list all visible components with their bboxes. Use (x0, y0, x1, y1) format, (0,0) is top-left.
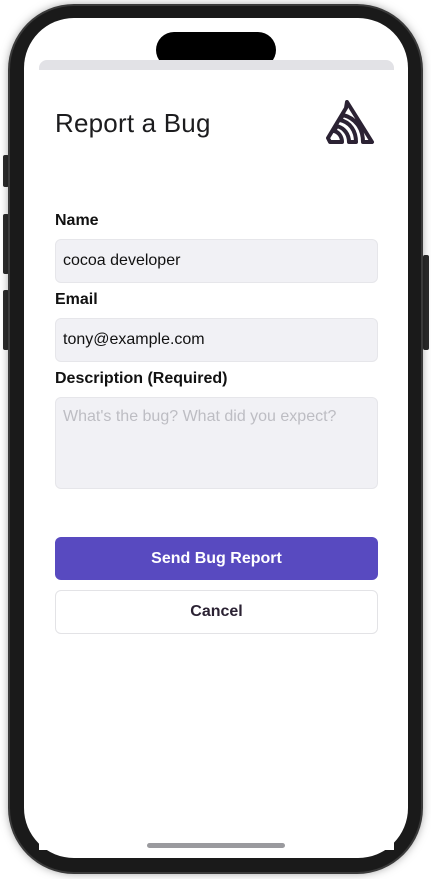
power-button (423, 255, 429, 350)
volume-down-button (3, 290, 9, 350)
name-field-value: cocoa developer (63, 252, 181, 269)
description-placeholder: What's the bug? What did you expect? (63, 408, 337, 425)
sentry-logo-icon (326, 100, 374, 144)
volume-up-button (3, 214, 9, 274)
device-stage: Report a Bug Name cocoa developer Email … (0, 0, 431, 879)
name-field[interactable]: cocoa developer (55, 239, 378, 283)
description-field[interactable]: What's the bug? What did you expect? (55, 397, 378, 489)
page-title: Report a Bug (55, 108, 211, 138)
feedback-sheet: Report a Bug Name cocoa developer Email … (25, 0, 409, 879)
name-label: Name (55, 212, 99, 229)
email-label: Email (55, 291, 98, 308)
send-bug-report-button[interactable]: Send Bug Report (55, 537, 378, 580)
email-field[interactable]: tony@example.com (55, 318, 378, 362)
description-label: Description (Required) (55, 370, 228, 387)
email-field-value: tony@example.com (63, 331, 205, 348)
home-indicator[interactable] (147, 843, 285, 848)
action-button (3, 155, 9, 187)
cancel-button[interactable]: Cancel (55, 590, 378, 634)
